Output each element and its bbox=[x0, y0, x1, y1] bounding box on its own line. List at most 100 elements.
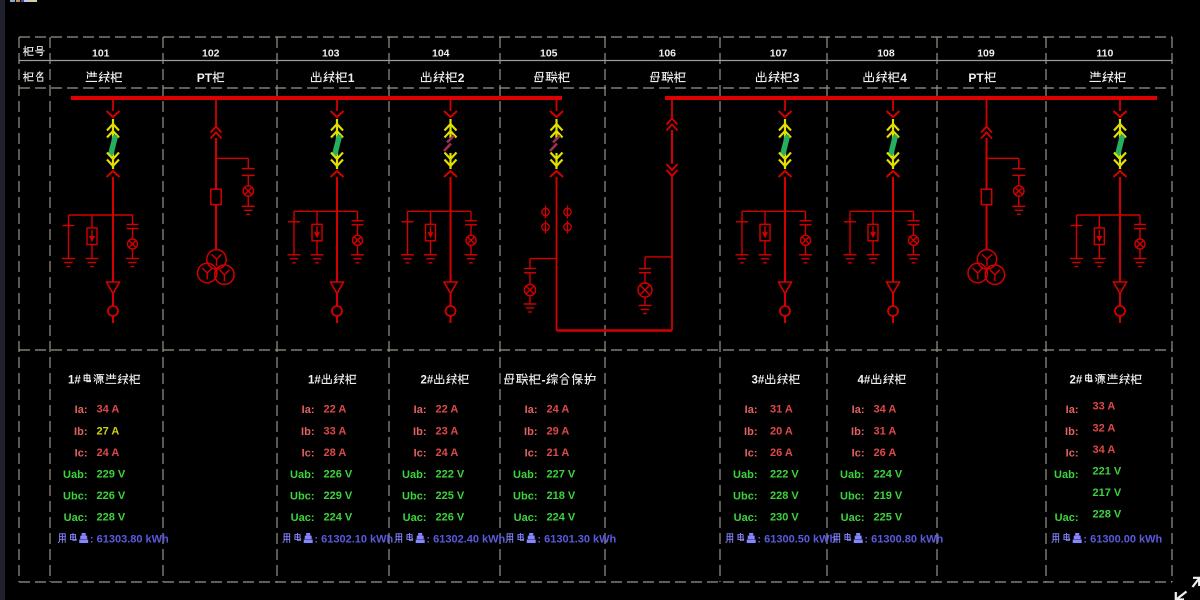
svg-text:1#: 1# bbox=[68, 375, 81, 387]
svg-text:Ia:: Ia: bbox=[1066, 404, 1079, 416]
svg-text:1: 1 bbox=[348, 71, 355, 85]
svg-text:4#: 4# bbox=[858, 375, 871, 387]
svg-text:Ib:: Ib: bbox=[744, 426, 757, 438]
svg-text:108: 108 bbox=[877, 47, 895, 59]
svg-text:26 A: 26 A bbox=[770, 447, 793, 459]
svg-text:224 V: 224 V bbox=[874, 469, 903, 481]
svg-text:Ic:: Ic: bbox=[745, 447, 758, 459]
svg-text:1#: 1# bbox=[308, 375, 321, 387]
svg-text:Ib:: Ib: bbox=[74, 426, 87, 438]
svg-text:: 61303.80 kWh: : 61303.80 kWh bbox=[90, 533, 169, 545]
svg-text:4: 4 bbox=[900, 71, 907, 85]
svg-text:106: 106 bbox=[659, 47, 677, 59]
svg-text:: 61301.30 kWh: : 61301.30 kWh bbox=[537, 533, 616, 545]
svg-text:Ib:: Ib: bbox=[301, 426, 314, 438]
svg-text:Ib:: Ib: bbox=[1065, 426, 1078, 438]
svg-text:Ib:: Ib: bbox=[851, 426, 864, 438]
svg-text:229 V: 229 V bbox=[324, 490, 353, 502]
svg-text:PT: PT bbox=[197, 71, 213, 85]
svg-text:22 A: 22 A bbox=[436, 404, 459, 416]
svg-text:225 V: 225 V bbox=[436, 490, 465, 502]
svg-text:27 A: 27 A bbox=[97, 426, 120, 438]
svg-text:Ic:: Ic: bbox=[414, 447, 427, 459]
svg-text:Ia:: Ia: bbox=[745, 404, 758, 416]
svg-text:228 V: 228 V bbox=[770, 490, 799, 502]
svg-text:Uab:: Uab: bbox=[840, 469, 864, 481]
svg-text:Ic:: Ic: bbox=[75, 447, 88, 459]
svg-text:103: 103 bbox=[322, 47, 340, 59]
svg-text:Ubc:: Ubc: bbox=[290, 490, 314, 502]
svg-text:104: 104 bbox=[432, 47, 450, 59]
svg-text:230 V: 230 V bbox=[770, 512, 799, 524]
svg-text:221 V: 221 V bbox=[1093, 466, 1122, 478]
svg-text:3#: 3# bbox=[752, 375, 765, 387]
svg-text:107: 107 bbox=[770, 47, 788, 59]
svg-text:Uac:: Uac: bbox=[514, 512, 538, 524]
svg-text:Ib:: Ib: bbox=[524, 426, 537, 438]
svg-text:Ic:: Ic: bbox=[852, 447, 865, 459]
svg-text:Ubc:: Ubc: bbox=[402, 490, 426, 502]
svg-text:Uac:: Uac: bbox=[1055, 512, 1079, 524]
svg-text:Ia:: Ia: bbox=[75, 404, 88, 416]
svg-text:29 A: 29 A bbox=[547, 426, 570, 438]
svg-text:226 V: 226 V bbox=[436, 512, 465, 524]
svg-text:105: 105 bbox=[540, 47, 558, 59]
svg-text:218 V: 218 V bbox=[547, 490, 576, 502]
svg-text:Ia:: Ia: bbox=[852, 404, 865, 416]
svg-text:31 A: 31 A bbox=[770, 404, 793, 416]
svg-text:Uab:: Uab: bbox=[733, 469, 757, 481]
svg-text:225 V: 225 V bbox=[874, 512, 903, 524]
svg-text:Ubc:: Ubc: bbox=[733, 490, 757, 502]
svg-text:26 A: 26 A bbox=[874, 447, 897, 459]
svg-text:22 A: 22 A bbox=[324, 404, 347, 416]
svg-text:110: 110 bbox=[1096, 47, 1113, 59]
svg-text:228 V: 228 V bbox=[1093, 509, 1122, 521]
svg-text:2#: 2# bbox=[1070, 375, 1083, 387]
svg-text:226 V: 226 V bbox=[97, 490, 126, 502]
svg-text:Ia:: Ia: bbox=[302, 404, 315, 416]
svg-text:Uac:: Uac: bbox=[841, 512, 865, 524]
svg-text:Uab:: Uab: bbox=[1054, 469, 1078, 481]
svg-text:229 V: 229 V bbox=[97, 469, 126, 481]
svg-text:Uab:: Uab: bbox=[290, 469, 314, 481]
svg-text:34 A: 34 A bbox=[874, 404, 897, 416]
svg-text:Ic:: Ic: bbox=[525, 447, 538, 459]
svg-text:227 V: 227 V bbox=[547, 469, 576, 481]
svg-text:-: - bbox=[542, 373, 546, 387]
svg-text:: 61300.00 kWh: : 61300.00 kWh bbox=[1083, 533, 1162, 545]
svg-text:Ic:: Ic: bbox=[1066, 447, 1079, 459]
svg-text:PT: PT bbox=[968, 71, 984, 85]
svg-text:Uab:: Uab: bbox=[63, 469, 87, 481]
svg-text:222 V: 222 V bbox=[436, 469, 465, 481]
svg-text:219 V: 219 V bbox=[874, 490, 903, 502]
svg-text:101: 101 bbox=[92, 47, 110, 59]
svg-text:Uac:: Uac: bbox=[291, 512, 315, 524]
svg-text:Ubc:: Ubc: bbox=[513, 490, 537, 502]
svg-text:34 A: 34 A bbox=[1093, 444, 1116, 456]
svg-text:: 61302.40 kWh: : 61302.40 kWh bbox=[426, 533, 505, 545]
svg-text:: 61302.10 kWh: : 61302.10 kWh bbox=[314, 533, 393, 545]
svg-text:24 A: 24 A bbox=[436, 447, 459, 459]
svg-text:109: 109 bbox=[977, 47, 995, 59]
svg-text:31 A: 31 A bbox=[874, 426, 897, 438]
svg-text:Ubc:: Ubc: bbox=[63, 490, 87, 502]
svg-text:226 V: 226 V bbox=[324, 469, 353, 481]
svg-text:Uab:: Uab: bbox=[513, 469, 537, 481]
svg-text:24 A: 24 A bbox=[547, 404, 570, 416]
svg-text:Ic:: Ic: bbox=[302, 447, 315, 459]
svg-text:34 A: 34 A bbox=[97, 404, 120, 416]
svg-text:224 V: 224 V bbox=[547, 512, 576, 524]
svg-text:32 A: 32 A bbox=[1093, 423, 1116, 435]
svg-text:Uac:: Uac: bbox=[64, 512, 88, 524]
svg-text:3: 3 bbox=[793, 71, 800, 85]
svg-text:102: 102 bbox=[202, 47, 220, 59]
svg-text:Ib:: Ib: bbox=[413, 426, 426, 438]
svg-text:33 A: 33 A bbox=[324, 426, 347, 438]
svg-text:228 V: 228 V bbox=[97, 512, 126, 524]
svg-text:2#: 2# bbox=[421, 375, 434, 387]
svg-text:: 61300.50 kWh: : 61300.50 kWh bbox=[757, 533, 836, 545]
svg-text:217 V: 217 V bbox=[1093, 487, 1122, 499]
svg-text:21 A: 21 A bbox=[547, 447, 570, 459]
svg-text:20 A: 20 A bbox=[770, 426, 793, 438]
svg-text:2: 2 bbox=[458, 71, 465, 85]
